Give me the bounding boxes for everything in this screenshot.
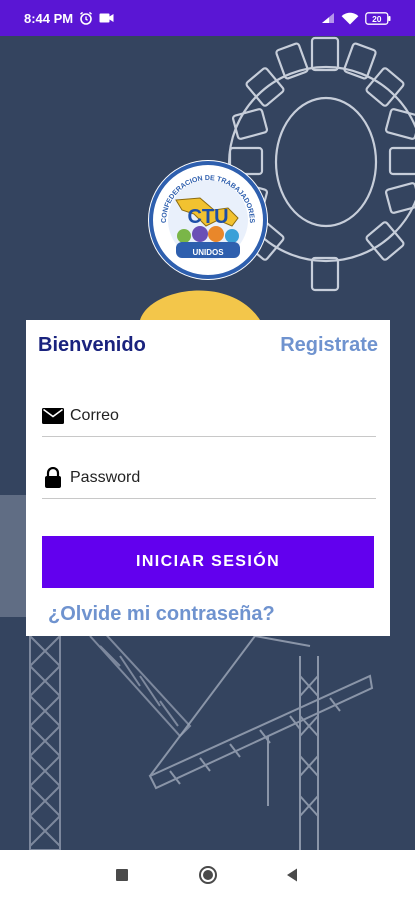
lock-icon bbox=[42, 467, 64, 489]
status-left: 8:44 PM bbox=[24, 11, 114, 26]
system-nav-bar bbox=[0, 850, 415, 900]
status-time: 8:44 PM bbox=[24, 10, 74, 26]
password-input[interactable] bbox=[70, 469, 376, 487]
battery-icon: 20 bbox=[365, 11, 391, 25]
email-input[interactable] bbox=[70, 407, 376, 425]
card-header: Bienvenido Registrate bbox=[38, 334, 378, 364]
signal-icon bbox=[321, 12, 335, 24]
welcome-title: Bienvenido bbox=[38, 334, 146, 356]
password-field[interactable] bbox=[42, 458, 376, 499]
video-record-icon bbox=[99, 12, 114, 24]
wifi-icon bbox=[341, 12, 359, 25]
logo-emblem: CTU CONFEDERACION DE TRABAJADORES UNIDOS bbox=[149, 161, 267, 279]
crane-right bbox=[148, 634, 374, 850]
forgot-password-link[interactable]: ¿Olvide mi contraseña? bbox=[48, 603, 275, 626]
mail-icon bbox=[42, 405, 64, 427]
ctu-logo: CTU CONFEDERACION DE TRABAJADORES UNIDOS bbox=[148, 160, 268, 280]
login-button[interactable]: INICIAR SESIÓN bbox=[42, 536, 374, 588]
login-card: Bienvenido Registrate INICIAR SESIÓN ¿Ol… bbox=[26, 320, 390, 636]
logo-ctu-text: CTU bbox=[187, 206, 228, 228]
hard-hat-icon bbox=[140, 290, 260, 320]
register-link[interactable]: Registrate bbox=[280, 334, 378, 357]
alarm-icon bbox=[79, 11, 93, 25]
logo-unidos-text: UNIDOS bbox=[192, 248, 224, 257]
back-icon[interactable] bbox=[280, 863, 304, 887]
status-right: 20 bbox=[321, 11, 391, 25]
recents-icon[interactable] bbox=[110, 863, 134, 887]
status-bar: 8:44 PM 20 bbox=[0, 0, 415, 36]
email-field[interactable] bbox=[42, 396, 376, 437]
home-icon[interactable] bbox=[196, 863, 220, 887]
battery-level: 20 bbox=[372, 14, 382, 24]
